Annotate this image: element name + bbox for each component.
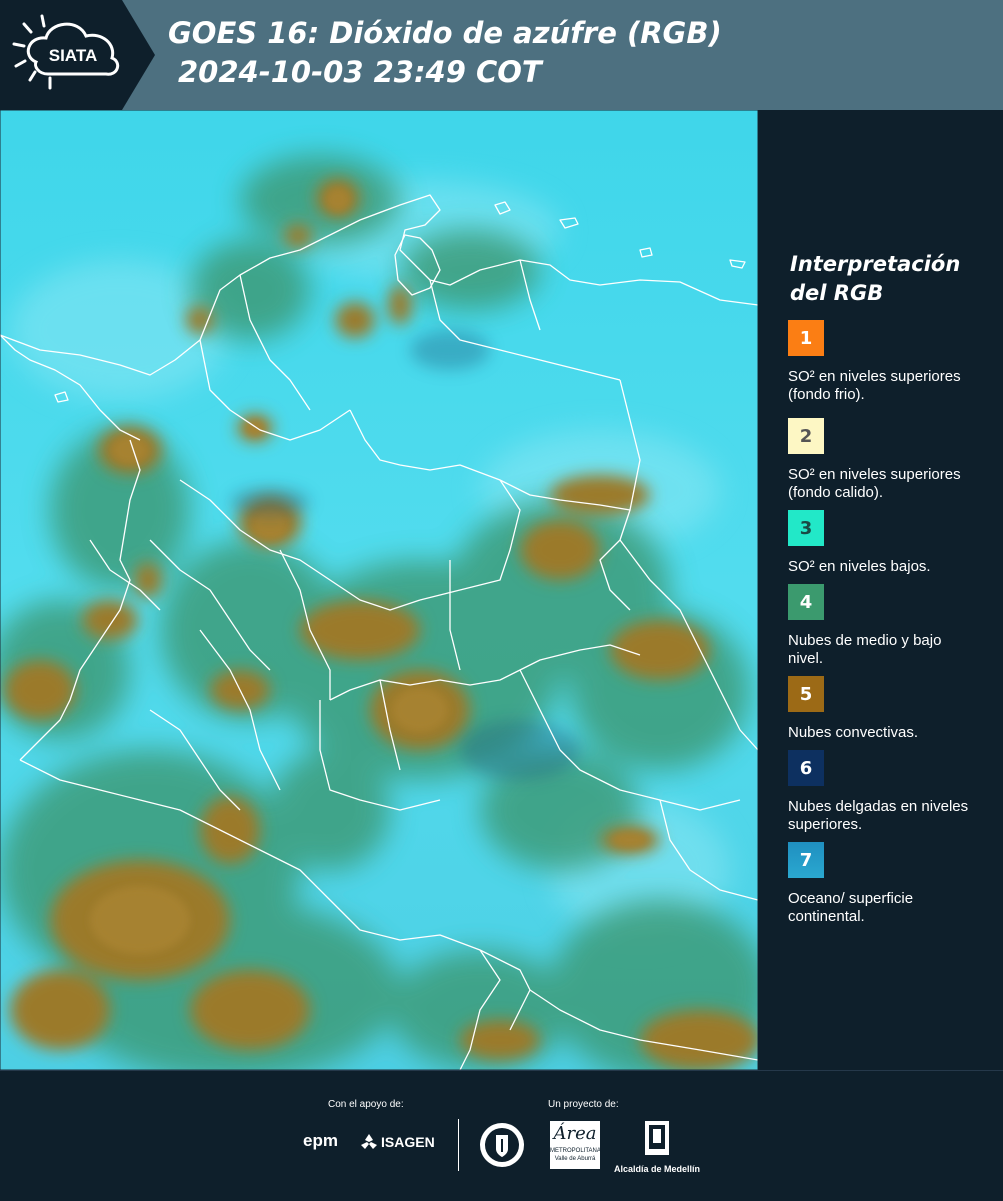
legend-item-7: 7 Oceano/ superficie continental. [788,842,998,926]
legend-item-3: 3 SO² en niveles bajos. [788,510,998,576]
header: SIATA GOES 16: Dióxido de azúfre (RGB) 2… [0,0,1003,110]
footer-divider [458,1119,459,1171]
legend-label-1: SO² en niveles superiores (fondo frio). [788,368,961,403]
legend-item-6: 6 Nubes delgadas en niveles superiores. [788,750,998,834]
legend-item-1: 1 SO² en niveles superiores (fondo frio)… [788,320,998,404]
area-logo-text: Área [553,1123,597,1144]
legend-label-4: Nubes de medio y bajo nivel. [788,632,942,667]
seal-logo [478,1121,526,1174]
footer: Con el apoyo de: Un proyecto de: epm ISA… [0,1070,1003,1201]
legend-label-2: SO² en niveles superiores (fondo calido)… [788,466,961,501]
alcaldia-logo-text: Alcaldía de Medellín [613,1164,701,1174]
epm-logo: epm [303,1131,338,1151]
legend-swatch-5: 5 [788,676,824,712]
area-logo-sub2: Valle de Aburrá [554,1156,596,1162]
legend-label-3: SO² en niveles bajos. [788,558,931,575]
legend-item-2: 2 SO² en niveles superiores (fondo calid… [788,418,998,502]
title-datetime: 2024-10-03 23:49 COT [178,55,542,89]
legend-swatch-3: 3 [788,510,824,546]
isagen-logo: ISAGEN [360,1133,435,1151]
alcaldia-shield-icon [645,1121,669,1155]
project-label: Un proyecto de: [548,1099,619,1110]
area-metropolitana-logo: Área METROPOLITANA Valle de Aburrá [550,1121,601,1169]
legend-label-5: Nubes convectivas. [788,724,919,741]
title-product: GOES 16: Dióxido de azúfre (RGB) [168,16,722,50]
legend-swatch-2: 2 [788,418,824,454]
legend-swatch-1: 1 [788,320,824,356]
isagen-icon [361,1134,377,1149]
epm-logo-text: epm [303,1131,338,1150]
legend-item-5: 5 Nubes convectivas. [788,676,998,742]
satellite-map [0,110,758,1070]
legend-item-4: 4 Nubes de medio y bajo nivel. [788,584,998,668]
legend-swatch-7: 7 [788,842,824,878]
legend-swatch-6: 6 [788,750,824,786]
support-label: Con el apoyo de: [328,1099,404,1110]
legend-swatch-4: 4 [788,584,824,620]
area-logo-sub: METROPOLITANA [550,1148,601,1154]
legend-title: Interpretación del RGB [790,252,961,305]
isagen-logo-text: ISAGEN [381,1134,435,1150]
alcaldia-logo: Alcaldía de Medellín [612,1119,702,1174]
legend-label-6: Nubes delgadas en niveles superiores. [788,798,969,833]
siata-logo: SIATA [0,0,155,110]
logo-text: SIATA [49,46,97,65]
legend-label-7: Oceano/ superficie continental. [788,890,914,925]
legend-panel: Interpretación del RGB 1 SO² en niveles … [758,110,1003,1070]
